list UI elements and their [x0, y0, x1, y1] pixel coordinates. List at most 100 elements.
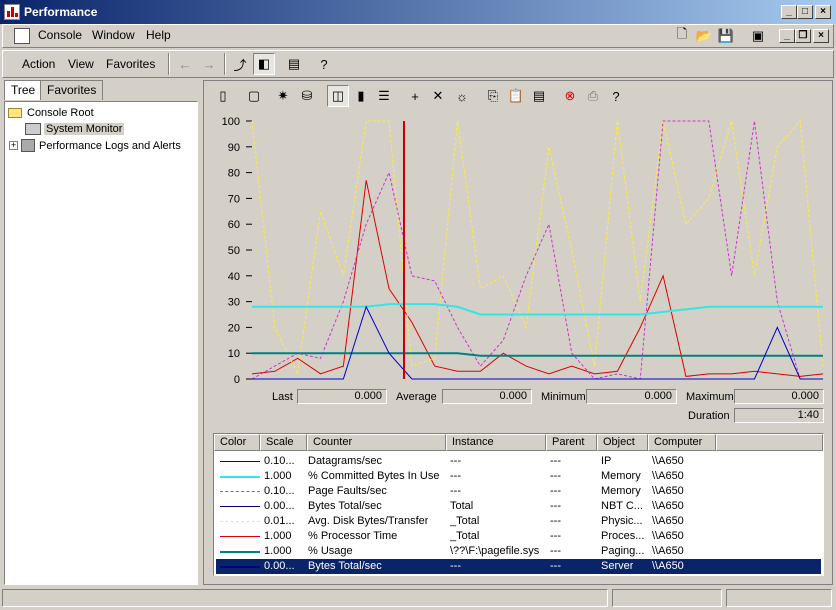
back-icon[interactable]: ←: [174, 53, 196, 75]
y-tick-label: 0: [234, 374, 240, 386]
open-icon[interactable]: 📂: [693, 25, 715, 47]
legend-row[interactable]: 0.10... Datagrams/sec --- --- IP \\A650: [216, 454, 821, 469]
close-button[interactable]: ×: [815, 5, 831, 19]
minimize-button[interactable]: _: [781, 5, 797, 19]
freeze-display-icon[interactable]: ⊗: [559, 85, 581, 107]
copy-properties-icon[interactable]: ⎘: [482, 85, 504, 107]
legend-cell-instance: Total: [450, 500, 474, 512]
col-object[interactable]: Object: [597, 434, 648, 451]
menu-console[interactable]: Console: [38, 28, 82, 42]
col-scale[interactable]: Scale: [260, 434, 307, 451]
col-filler: [716, 434, 823, 451]
legend-cell-counter: % Committed Bytes In Use: [308, 470, 440, 482]
maximize-button[interactable]: □: [797, 5, 813, 19]
mdi-minimize-button[interactable]: _: [779, 29, 795, 43]
tree-item-system-monitor[interactable]: System Monitor: [25, 123, 125, 135]
legend-cell-instance: _Total: [450, 515, 480, 527]
menu-view[interactable]: View: [68, 57, 94, 71]
mdi-restore-button[interactable]: ❐: [795, 29, 811, 43]
paste-counter-list-icon[interactable]: 📋: [505, 85, 527, 107]
legend-row[interactable]: 0.10... Page Faults/sec --- --- Memory \\A650: [216, 484, 821, 499]
y-tick-label: 30: [228, 297, 240, 309]
save-icon[interactable]: 💾: [715, 25, 737, 47]
average-label: Average: [396, 391, 437, 403]
legend-cell-scale: 0.10...: [264, 455, 295, 467]
legend-cell-instance: \??\F:\pagefile.sys: [450, 545, 540, 557]
title-bar: Performance _ □ ×: [0, 0, 836, 24]
y-tick-label: 80: [228, 168, 240, 180]
menu-help[interactable]: Help: [146, 28, 171, 42]
menu-window[interactable]: Window: [92, 28, 135, 42]
clear-display-icon[interactable]: ▢: [243, 85, 265, 107]
new-icon[interactable]: 🗋: [671, 25, 693, 47]
view-current-activity-icon[interactable]: ✷: [272, 85, 294, 107]
view-report-icon[interactable]: ☰: [373, 85, 395, 107]
y-tick-label: 20: [228, 322, 240, 334]
legend-cell-counter: Bytes Total/sec: [308, 500, 382, 512]
legend-cell-object: Memory: [601, 485, 641, 497]
y-tick-label: 90: [228, 142, 240, 154]
system-monitor-icon: [25, 123, 41, 135]
help-icon[interactable]: ?: [605, 85, 627, 107]
add-counter-icon[interactable]: +: [404, 85, 426, 107]
last-value: 0.000: [297, 389, 387, 404]
update-data-icon[interactable]: ⎙: [582, 85, 604, 107]
mdi-close-button[interactable]: ×: [813, 29, 829, 43]
status-pane-2: [612, 589, 722, 607]
legend-cell-object: Physic...: [601, 515, 643, 527]
legend-cell-object: Memory: [601, 470, 641, 482]
maximum-label: Maximum: [686, 391, 734, 403]
legend-cell-computer: \\A650: [652, 485, 684, 497]
y-tick-label: 40: [228, 271, 240, 283]
up-folder-icon[interactable]: ⤴: [229, 53, 251, 75]
line-color-swatch: [220, 536, 260, 537]
forward-icon[interactable]: →: [198, 53, 220, 75]
legend-row[interactable]: 0.01... Avg. Disk Bytes/Transfer _Total ---…: [216, 514, 821, 529]
duration-label: Duration: [688, 410, 730, 422]
properties-icon[interactable]: ▤: [283, 53, 305, 75]
legend-cell-counter: Page Faults/sec: [308, 485, 387, 497]
expand-icon[interactable]: +: [9, 141, 18, 150]
legend-cell-object: NBT C...: [601, 500, 643, 512]
tab-tree[interactable]: Tree: [4, 80, 43, 100]
tree-label: Performance Logs and Alerts: [39, 139, 181, 152]
tree-item-performance-logs[interactable]: + Performance Logs and Alerts: [9, 139, 181, 152]
menu-favorites[interactable]: Favorites: [106, 57, 155, 71]
counter-legend: Color Scale Counter Instance Parent Obje…: [213, 433, 824, 576]
col-computer[interactable]: Computer: [648, 434, 716, 451]
properties-icon[interactable]: ▤: [528, 85, 550, 107]
last-label: Last: [272, 391, 293, 403]
legend-row[interactable]: 0.00... Bytes Total/sec --- --- Server \\A650: [216, 559, 821, 574]
y-tick-label: 10: [228, 348, 240, 360]
tab-favorites[interactable]: Favorites: [40, 80, 104, 100]
legend-cell-object: Proces...: [601, 530, 645, 542]
new-window-icon[interactable]: ▣: [747, 25, 769, 47]
col-parent[interactable]: Parent: [546, 434, 597, 451]
view-graph-icon[interactable]: ◫: [327, 85, 349, 107]
line-color-swatch: [220, 461, 260, 462]
delete-counter-icon[interactable]: ✕: [427, 85, 449, 107]
line-color-swatch: [220, 491, 260, 492]
legend-cell-parent: ---: [550, 515, 561, 527]
highlight-icon[interactable]: ☼: [451, 85, 473, 107]
legend-row[interactable]: 0.00... Bytes Total/sec Total --- NBT C... \\…: [216, 499, 821, 514]
tree-item-console-root[interactable]: Console Root: [8, 107, 94, 119]
menu-action[interactable]: Action: [22, 57, 55, 71]
new-counter-set-icon[interactable]: ▯: [212, 85, 234, 107]
legend-row[interactable]: 1.000 % Usage \??\F:\pagefile.sys --- Paging…: [216, 544, 821, 559]
view-histogram-icon[interactable]: ▮: [350, 85, 372, 107]
legend-cell-counter: % Usage: [308, 545, 353, 557]
legend-cell-parent: ---: [550, 560, 561, 572]
col-color[interactable]: Color: [214, 434, 260, 451]
col-counter[interactable]: Counter: [307, 434, 446, 451]
col-instance[interactable]: Instance: [446, 434, 546, 451]
view-log-data-icon[interactable]: ⛁: [296, 85, 318, 107]
show-hide-tree-icon[interactable]: ◧: [253, 53, 275, 75]
status-pane-3: [726, 589, 832, 607]
legend-row[interactable]: 1.000 % Processor Time _Total --- Proces... \…: [216, 529, 821, 544]
legend-cell-scale: 1.000: [264, 530, 292, 542]
legend-row[interactable]: 1.000 % Committed Bytes In Use --- --- Memor…: [216, 469, 821, 484]
legend-cell-parent: ---: [550, 530, 561, 542]
legend-cell-scale: 0.00...: [264, 500, 295, 512]
help-icon[interactable]: ?: [313, 53, 335, 75]
